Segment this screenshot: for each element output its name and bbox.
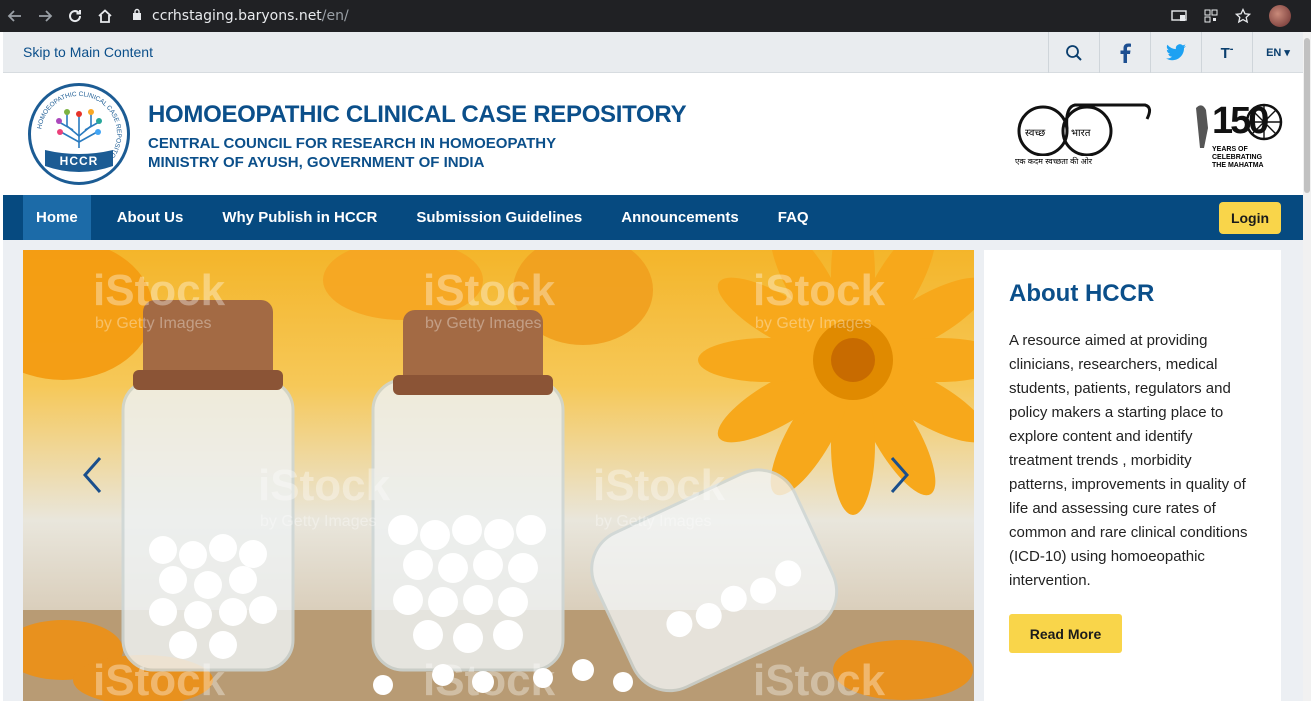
nav-item-submission-guidelines[interactable]: Submission Guidelines xyxy=(403,195,595,240)
about-body: A resource aimed at providing clinicians… xyxy=(1009,332,1248,589)
svg-text:by Getty Images: by Getty Images xyxy=(95,315,212,332)
url-host: ccrhstaging.baryons.net xyxy=(152,8,322,24)
svg-text:by Getty Images: by Getty Images xyxy=(595,513,712,530)
skip-to-main-link[interactable]: Skip to Main Content xyxy=(23,44,153,60)
svg-text:iStock: iStock xyxy=(423,266,556,315)
svg-text:iStock: iStock xyxy=(593,461,726,510)
gandhi-line2: CELEBRATING xyxy=(1212,154,1263,161)
gandhi-150-logo: 150 YEARS OF CELEBRATING THE MAHATMA xyxy=(1186,98,1286,170)
lock-icon xyxy=(132,8,142,24)
swachh-right-text: भारत xyxy=(1071,128,1091,139)
url-path: /en/ xyxy=(321,8,349,24)
address-bar[interactable]: ccrhstaging.baryons.net/en/ xyxy=(132,8,349,24)
svg-text:by Getty Images: by Getty Images xyxy=(260,513,377,530)
swachh-tagline: एक कदम स्वच्छता की ओर xyxy=(1015,157,1093,166)
back-icon[interactable] xyxy=(0,0,30,32)
language-label: EN xyxy=(1266,46,1282,59)
main-content: iStock iStock iStock iStock iStock iStock iS… xyxy=(3,240,1303,701)
nav-item-about-us[interactable]: About Us xyxy=(104,195,197,240)
swachh-left-text: स्वच्छ xyxy=(1025,128,1046,139)
about-panel: About HCCR A resource aimed at providing… xyxy=(984,250,1281,701)
site-header: HOMOEOPATHIC CLINICAL CASE REPOSITORY HC… xyxy=(3,73,1303,195)
profile-avatar[interactable] xyxy=(1269,5,1291,27)
facebook-icon xyxy=(1120,43,1131,63)
nav-item-faq[interactable]: FAQ xyxy=(765,195,822,240)
utility-bar: Skip to Main Content T- EN ▾ xyxy=(3,32,1303,73)
hero-slider: iStock iStock iStock iStock iStock iStock iS… xyxy=(23,250,974,701)
read-more-button[interactable]: Read More xyxy=(1009,614,1122,653)
twitter-icon xyxy=(1166,44,1186,61)
site-title[interactable]: HOMOEOPATHIC CLINICAL CASE REPOSITORY xyxy=(148,101,687,129)
svg-text:iStock: iStock xyxy=(93,656,226,701)
caret-down-icon: ▾ xyxy=(1284,47,1290,59)
svg-text:iStock: iStock xyxy=(258,461,391,510)
text-size-button[interactable]: T- xyxy=(1201,32,1252,73)
qr-code-icon[interactable] xyxy=(1195,0,1227,32)
facebook-button[interactable] xyxy=(1099,32,1150,73)
login-button[interactable]: Login xyxy=(1219,202,1281,234)
browser-toolbar: ccrhstaging.baryons.net/en/ xyxy=(0,0,1311,32)
nav-item-home[interactable]: Home xyxy=(23,195,91,240)
logo-text: HCCR xyxy=(59,154,99,168)
home-icon[interactable] xyxy=(90,0,120,32)
bookmark-star-icon[interactable] xyxy=(1227,0,1259,32)
swachh-bharat-logo: स्वच्छ भारत एक कदम स्वच्छता की ओर xyxy=(1011,101,1161,171)
site-subtitle-council: CENTRAL COUNCIL FOR RESEARCH IN HOMOEOPA… xyxy=(148,135,557,152)
nav-item-announcements[interactable]: Announcements xyxy=(608,195,752,240)
search-button[interactable] xyxy=(1048,32,1099,73)
main-nav: Home About Us Why Publish in HCCR Submis… xyxy=(3,195,1303,240)
hero-image: iStock iStock iStock iStock iStock iStock iS… xyxy=(23,250,974,701)
twitter-button[interactable] xyxy=(1150,32,1201,73)
chevron-right-icon xyxy=(890,457,910,493)
svg-text:iStock: iStock xyxy=(93,266,226,315)
search-icon xyxy=(1066,44,1082,61)
svg-text:iStock: iStock xyxy=(753,266,886,315)
hccr-logo[interactable]: HOMOEOPATHIC CLINICAL CASE REPOSITORY HC… xyxy=(28,83,130,185)
gandhi-line3: THE MAHATMA xyxy=(1212,162,1264,169)
svg-text:by Getty Images: by Getty Images xyxy=(755,315,872,332)
gandhi-number: 150 xyxy=(1212,100,1269,142)
about-heading: About HCCR xyxy=(1009,280,1155,307)
text-size-icon: T- xyxy=(1220,43,1234,62)
forward-icon[interactable] xyxy=(30,0,60,32)
language-selector[interactable]: EN ▾ xyxy=(1252,32,1303,73)
svg-text:by Getty Images: by Getty Images xyxy=(425,315,542,332)
site-subtitle-ministry: MINISTRY OF AYUSH, GOVERNMENT OF INDIA xyxy=(148,154,485,171)
reload-icon[interactable] xyxy=(60,0,90,32)
page-scrollbar[interactable] xyxy=(1303,32,1311,701)
slider-next-button[interactable] xyxy=(889,455,919,505)
nav-item-why-publish[interactable]: Why Publish in HCCR xyxy=(209,195,390,240)
cast-icon[interactable] xyxy=(1163,0,1195,32)
gandhi-line1: YEARS OF xyxy=(1212,146,1248,153)
chevron-left-icon xyxy=(82,457,102,493)
svg-text:iStock: iStock xyxy=(753,656,886,701)
slider-prev-button[interactable] xyxy=(81,455,111,505)
svg-text:iStock: iStock xyxy=(423,656,556,701)
